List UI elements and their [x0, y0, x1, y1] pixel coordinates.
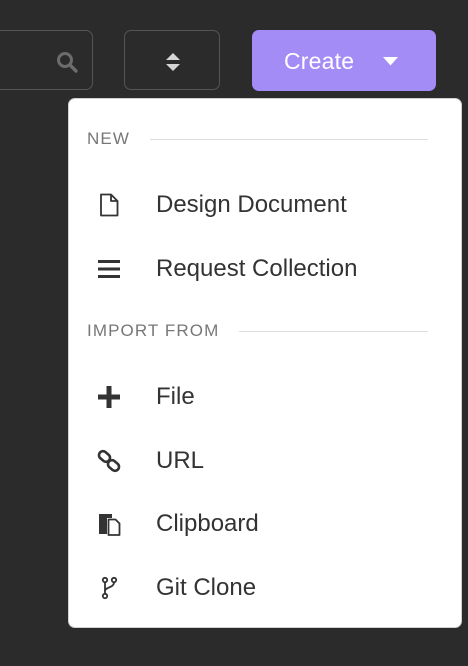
list-icon [98, 260, 120, 278]
import-section-header: IMPORT FROM [87, 320, 428, 342]
section-divider [239, 330, 428, 332]
create-button[interactable]: Create [252, 30, 436, 91]
create-button-label: Create [284, 48, 355, 74]
caret-down-icon [383, 57, 398, 66]
menu-item-label: Git Clone [156, 574, 257, 601]
new-section-header: NEW [87, 128, 428, 150]
menu-item-git-clone[interactable]: Git Clone [69, 560, 461, 616]
search-icon [57, 52, 78, 73]
menu-item-url[interactable]: URL [69, 433, 461, 489]
menu-item-file[interactable]: File [69, 369, 461, 425]
document-icon [100, 193, 119, 217]
menu-item-clipboard[interactable]: Clipboard [69, 496, 461, 552]
search-input[interactable] [0, 30, 93, 90]
menu-item-request-collection[interactable]: Request Collection [69, 241, 461, 297]
menu-item-label: File [156, 383, 195, 410]
menu-item-label: URL [156, 447, 205, 474]
import-section-label: IMPORT FROM [87, 321, 220, 340]
section-divider [149, 138, 428, 140]
plus-icon [98, 386, 120, 408]
menu-item-design-document[interactable]: Design Document [69, 177, 461, 233]
clipboard-icon [99, 514, 121, 536]
sort-icon [166, 53, 180, 71]
sort-button[interactable] [124, 30, 220, 90]
create-dropdown-menu: NEW Design Document Request Collection I… [68, 98, 462, 628]
menu-item-label: Design Document [156, 191, 347, 218]
menu-item-label: Clipboard [156, 510, 259, 537]
new-section-label: NEW [87, 129, 130, 148]
git-branch-icon [101, 576, 118, 600]
menu-item-label: Request Collection [156, 255, 358, 282]
link-icon [97, 449, 121, 473]
